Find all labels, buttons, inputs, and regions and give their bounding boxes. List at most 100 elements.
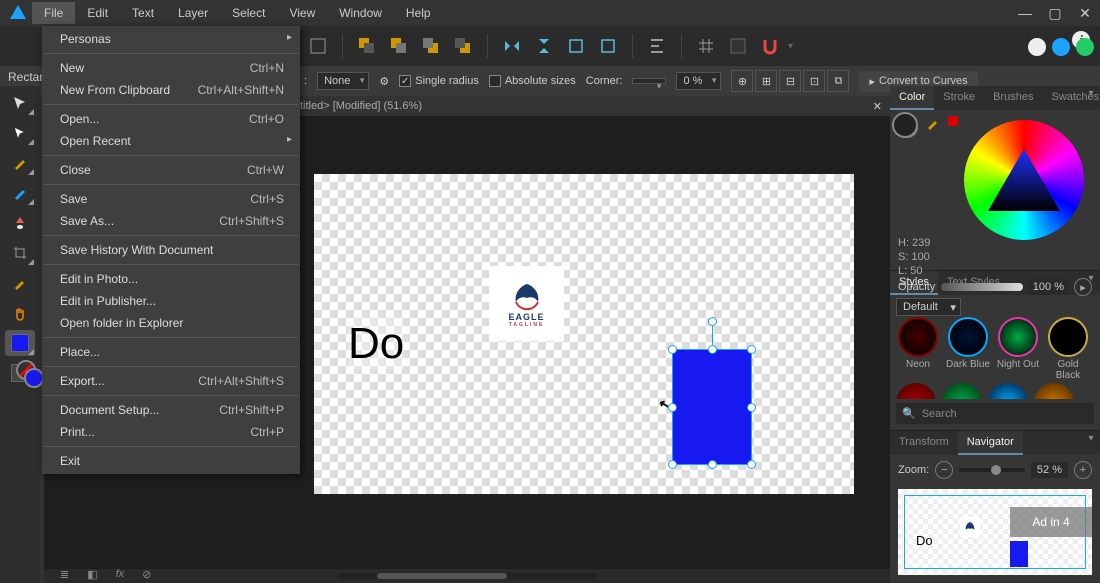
color-wheel[interactable] <box>964 120 1084 240</box>
arrange-forward-icon[interactable] <box>417 32 445 60</box>
close-button[interactable]: ✕ <box>1070 0 1100 26</box>
snap-magnet-icon[interactable] <box>756 32 784 60</box>
eyedropper-icon[interactable] <box>926 116 940 130</box>
resize-handle[interactable] <box>668 403 677 412</box>
corner-pct-dropdown[interactable]: 0 % <box>676 72 721 90</box>
menu-help[interactable]: Help <box>394 2 443 24</box>
file-menu-item[interactable]: Edit in Photo... <box>42 268 300 290</box>
crop-tool[interactable] <box>5 240 35 266</box>
tab-color[interactable]: Color <box>890 86 934 110</box>
fg-bg-swatch[interactable] <box>896 116 918 138</box>
snap-opts-icon[interactable] <box>724 32 752 60</box>
resize-handle[interactable] <box>708 460 717 469</box>
align-btn-5[interactable]: ⧉ <box>827 70 849 92</box>
panel-collapse-icon[interactable]: ▾ <box>1084 431 1098 445</box>
file-menu-item[interactable]: SaveCtrl+S <box>42 188 300 210</box>
zoom-out-button[interactable]: − <box>935 461 953 479</box>
persona-pixel[interactable] <box>1052 38 1070 56</box>
arrange-backward-icon[interactable] <box>385 32 413 60</box>
layers-icon[interactable]: ≣ <box>60 568 69 581</box>
flip-v-icon[interactable] <box>530 32 558 60</box>
snapshot-icon[interactable]: ◧ <box>87 568 97 581</box>
arrange-front-icon[interactable] <box>449 32 477 60</box>
recent-color[interactable] <box>948 116 958 126</box>
rectangle-tool[interactable] <box>5 330 35 356</box>
fill-tool[interactable] <box>5 210 35 236</box>
persona-designer[interactable] <box>1028 38 1046 56</box>
menu-layer[interactable]: Layer <box>166 2 220 24</box>
fill-dropdown[interactable]: None <box>317 72 369 90</box>
single-radius-checkbox[interactable]: ✓Single radius <box>399 75 479 87</box>
canvas-text[interactable]: Do <box>348 319 404 369</box>
styles-search[interactable]: 🔍 Search <box>896 403 1094 424</box>
maximize-button[interactable]: ▢ <box>1040 0 1070 26</box>
styles-preset-dropdown[interactable]: Default▾ <box>896 298 961 316</box>
zoom-in-button[interactable]: + <box>1074 461 1092 479</box>
tab-transform[interactable]: Transform <box>890 431 958 455</box>
file-menu-item[interactable]: NewCtrl+N <box>42 57 300 79</box>
panel-collapse-icon[interactable]: ▾ <box>1084 86 1098 100</box>
file-menu-item[interactable]: CloseCtrl+W <box>42 159 300 181</box>
artboard-icon[interactable] <box>304 32 332 60</box>
arrange-back-icon[interactable] <box>353 32 381 60</box>
align-btn-2[interactable]: ⊞ <box>755 70 777 92</box>
file-menu-item[interactable]: Open folder in Explorer <box>42 312 300 334</box>
h-scrollbar[interactable] <box>337 573 597 579</box>
eyedropper-tool[interactable] <box>5 270 35 296</box>
resize-handle[interactable] <box>668 460 677 469</box>
file-menu-item[interactable]: Exit <box>42 450 300 472</box>
pencil-tool[interactable] <box>5 180 35 206</box>
tab-brushes[interactable]: Brushes <box>984 86 1042 110</box>
gear-icon[interactable]: ⚙ <box>379 75 389 88</box>
style-nightout[interactable]: Night Out <box>996 317 1040 381</box>
rotate-ccw-icon[interactable] <box>562 32 590 60</box>
zoom-slider[interactable] <box>959 468 1025 472</box>
panel-collapse-icon[interactable]: ▾ <box>1084 271 1098 285</box>
file-menu-item[interactable]: Place... <box>42 341 300 363</box>
style-neon[interactable]: Neon <box>896 317 940 381</box>
hand-tool[interactable] <box>5 300 35 326</box>
document-tab[interactable]: titled> [Modified] (51.6%) <box>300 100 422 112</box>
rotate-cw-icon[interactable] <box>594 32 622 60</box>
file-menu-item[interactable]: Save As...Ctrl+Shift+S <box>42 210 300 232</box>
align-icon[interactable] <box>643 32 671 60</box>
pen-tool[interactable] <box>5 150 35 176</box>
menu-text[interactable]: Text <box>120 2 166 24</box>
opacity-slider[interactable] <box>941 283 1023 291</box>
resize-handle[interactable] <box>747 403 756 412</box>
menu-window[interactable]: Window <box>327 2 394 24</box>
resize-handle[interactable] <box>747 460 756 469</box>
file-menu-item[interactable]: Open...Ctrl+O <box>42 108 300 130</box>
flip-h-icon[interactable] <box>498 32 526 60</box>
resize-handle[interactable] <box>747 345 756 354</box>
file-menu-item[interactable]: New From ClipboardCtrl+Alt+Shift+N <box>42 79 300 101</box>
tab-close-icon[interactable]: ✕ <box>873 100 882 113</box>
tab-navigator[interactable]: Navigator <box>958 431 1023 455</box>
node-tool[interactable] <box>5 120 35 146</box>
grid-icon[interactable] <box>692 32 720 60</box>
resize-handle[interactable] <box>668 345 677 354</box>
zoom-value[interactable]: 52 % <box>1031 462 1068 478</box>
file-menu-item[interactable]: Print...Ctrl+P <box>42 421 300 443</box>
style-goldblack[interactable]: Gold Black <box>1046 317 1090 381</box>
align-btn-3[interactable]: ⊟ <box>779 70 801 92</box>
persona-export[interactable] <box>1076 38 1094 56</box>
menu-select[interactable]: Select <box>220 2 277 24</box>
minimize-button[interactable]: — <box>1010 0 1040 26</box>
canvas-logo-image[interactable]: EAGLE TAGLINE ↖ <box>489 266 564 341</box>
rotate-handle[interactable] <box>708 317 717 326</box>
file-menu-item[interactable]: Personas <box>42 28 300 50</box>
file-menu-item[interactable]: Save History With Document <box>42 239 300 261</box>
menu-edit[interactable]: Edit <box>75 2 120 24</box>
corner-type-dropdown[interactable] <box>632 78 666 84</box>
move-tool[interactable] <box>5 90 35 116</box>
file-menu-item[interactable]: Document Setup...Ctrl+Shift+P <box>42 399 300 421</box>
selected-rectangle[interactable] <box>672 349 752 465</box>
chain-icon[interactable]: ⊘ <box>142 568 151 581</box>
menu-view[interactable]: View <box>277 2 327 24</box>
navigator-preview[interactable]: Do Ad in 4 <box>898 489 1092 575</box>
resize-handle[interactable] <box>708 345 717 354</box>
artboard[interactable]: Do EAGLE TAGLINE ↖ <box>314 174 854 494</box>
opacity-value[interactable]: 100 % <box>1029 279 1068 295</box>
style-darkblue[interactable]: Dark Blue <box>946 317 990 381</box>
